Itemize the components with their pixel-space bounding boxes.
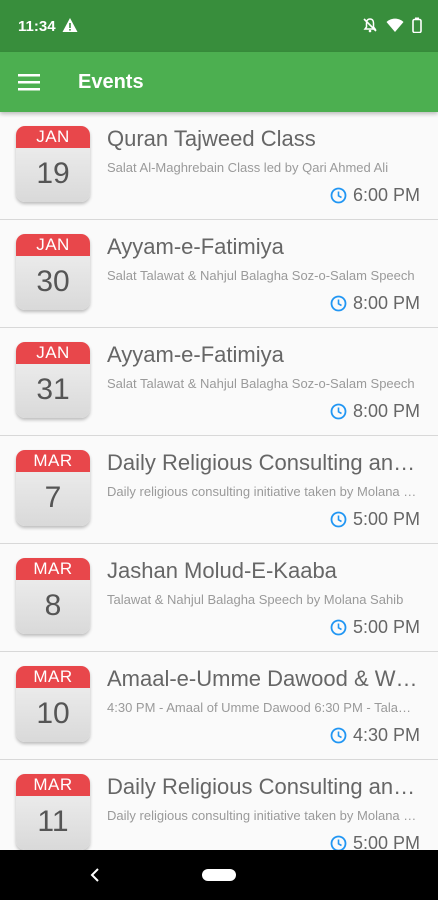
event-title: Quran Tajweed Class <box>107 126 316 151</box>
calendar-date-badge: JAN 30 <box>16 234 90 310</box>
event-time-text: 8:00 PM <box>352 293 420 313</box>
battery-icon <box>412 17 422 33</box>
event-list-item[interactable]: MAR 10 Amaal-e-Umme Dawood & Wiladat 4:3… <box>0 652 438 760</box>
event-list-item[interactable]: JAN 19 Quran Tajweed Class Salat Al-Magh… <box>0 112 438 220</box>
calendar-month: JAN <box>16 342 90 364</box>
event-time: 8:00 PM <box>330 401 420 422</box>
event-description: Salat Talawat & Nahjul Balagha Soz-o-Sal… <box>107 376 415 391</box>
event-title: Ayyam-e-Fatimiya <box>107 342 284 367</box>
event-time: 8:00 PM <box>330 293 420 314</box>
event-time-text: 8:00 PM <box>352 401 420 421</box>
event-list-item[interactable]: JAN 30 Ayyam-e-Fatimiya Salat Talawat & … <box>0 220 438 328</box>
event-description: Daily religious consulting initiative ta… <box>107 484 417 499</box>
event-title: Daily Religious Consulting and Guidance <box>107 774 421 799</box>
event-time: 4:30 PM <box>330 725 420 746</box>
calendar-day: 19 <box>36 157 70 190</box>
event-list-item[interactable]: MAR 8 Jashan Molud-E-Kaaba Talawat & Nah… <box>0 544 438 652</box>
event-list-item[interactable]: MAR 7 Daily Religious Consulting and Gui… <box>0 436 438 544</box>
event-time-text: 5:00 PM <box>352 617 420 637</box>
event-description: Talawat & Nahjul Balagha Speech by Molan… <box>107 592 404 607</box>
event-time-text: 4:30 PM <box>352 725 420 745</box>
calendar-day: 7 <box>44 481 62 514</box>
clock-icon <box>330 295 347 312</box>
calendar-day: 11 <box>37 805 69 838</box>
event-title: Amaal-e-Umme Dawood & Wiladat <box>107 666 421 691</box>
calendar-day: 31 <box>36 373 70 406</box>
calendar-day: 30 <box>36 265 70 298</box>
back-chevron-icon[interactable] <box>88 866 102 884</box>
calendar-month: JAN <box>16 126 90 148</box>
event-time: 5:00 PM <box>330 833 420 850</box>
event-time-text: 5:00 PM <box>352 833 420 850</box>
event-time-text: 6:00 PM <box>352 185 420 205</box>
event-time-text: 5:00 PM <box>352 509 420 529</box>
calendar-day: 8 <box>44 589 62 622</box>
status-bar: 11:34 <box>0 0 438 52</box>
clock-icon <box>330 835 347 850</box>
clock-icon <box>330 511 347 528</box>
hamburger-menu-icon[interactable] <box>18 71 42 93</box>
calendar-month: MAR <box>16 774 90 796</box>
clock-icon <box>330 619 347 636</box>
calendar-month: MAR <box>16 666 90 688</box>
home-pill-icon[interactable] <box>202 869 236 881</box>
calendar-day: 10 <box>36 697 70 730</box>
event-description: Salat Al-Maghrebain Class led by Qari Ah… <box>107 160 389 175</box>
calendar-month: MAR <box>16 450 90 472</box>
event-list-item[interactable]: JAN 31 Ayyam-e-Fatimiya Salat Talawat & … <box>0 328 438 436</box>
event-time: 6:00 PM <box>330 185 420 206</box>
calendar-month: JAN <box>16 234 90 256</box>
event-title: Daily Religious Consulting and Guidance <box>107 450 421 475</box>
clock-icon <box>330 403 347 420</box>
event-title: Ayyam-e-Fatimiya <box>107 234 284 259</box>
calendar-date-badge: MAR 8 <box>16 558 90 634</box>
event-time: 5:00 PM <box>330 509 420 530</box>
app-bar: Events <box>0 52 438 112</box>
clock-icon <box>330 187 347 204</box>
clock-icon <box>330 727 347 744</box>
status-icons <box>362 17 422 33</box>
calendar-date-badge: MAR 10 <box>16 666 90 742</box>
calendar-month: MAR <box>16 558 90 580</box>
calendar-date-badge: JAN 19 <box>16 126 90 202</box>
status-time: 11:34 <box>18 18 56 35</box>
event-description: Daily religious consulting initiative ta… <box>107 808 417 823</box>
system-nav-bar <box>0 850 438 900</box>
events-list[interactable]: JAN 19 Quran Tajweed Class Salat Al-Magh… <box>0 112 438 850</box>
calendar-date-badge: MAR 11 <box>16 774 90 850</box>
event-list-item[interactable]: MAR 11 Daily Religious Consulting and Gu… <box>0 760 438 850</box>
calendar-date-badge: JAN 31 <box>16 342 90 418</box>
bell-off-icon <box>363 18 377 33</box>
event-time: 5:00 PM <box>330 617 420 638</box>
event-description: 4:30 PM - Amaal of Umme Dawood 6:30 PM -… <box>107 700 417 715</box>
wifi-icon <box>386 18 404 32</box>
calendar-date-badge: MAR 7 <box>16 450 90 526</box>
warning-icon <box>62 18 78 32</box>
event-title: Jashan Molud-E-Kaaba <box>107 558 337 583</box>
event-description: Salat Talawat & Nahjul Balagha Soz-o-Sal… <box>107 268 415 283</box>
page-title: Events <box>78 71 144 93</box>
